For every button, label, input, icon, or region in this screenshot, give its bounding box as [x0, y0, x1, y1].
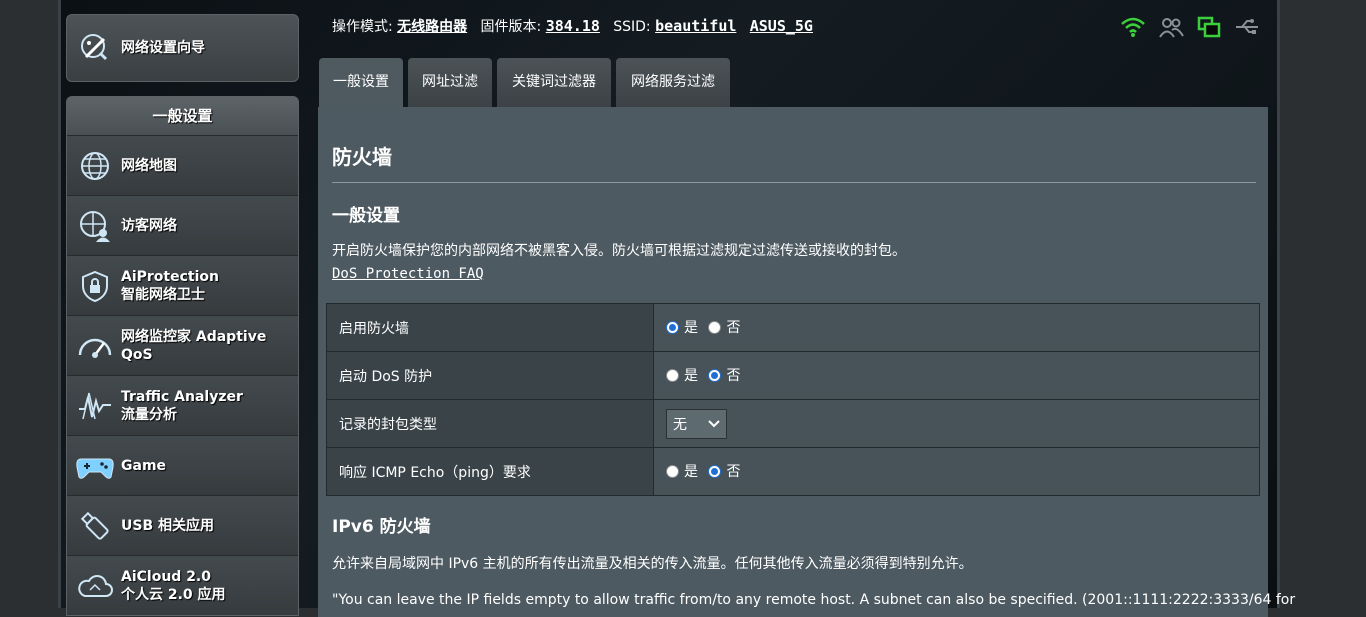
- row-label: 启动 DoS 防护: [326, 351, 654, 400]
- sidebar-item-guest-network[interactable]: 访客网络: [67, 196, 298, 256]
- radio-button[interactable]: [708, 320, 722, 334]
- row-value: 是 否: [653, 447, 1260, 496]
- icmp-echo-yes[interactable]: 是: [666, 461, 698, 481]
- select-value: 无: [673, 416, 687, 433]
- row-label: 启用防火墙: [326, 303, 654, 352]
- radio-button[interactable]: [708, 464, 722, 478]
- waveform-icon: [75, 386, 115, 426]
- sidebar-item-label: USB 相关应用: [121, 517, 214, 534]
- tab-general[interactable]: 一般设置: [319, 58, 403, 108]
- status-icons: [1120, 14, 1260, 40]
- chevron-down-icon: [708, 416, 720, 432]
- sidebar-item-network-map[interactable]: 网络地图: [67, 136, 298, 196]
- enable-dos-no[interactable]: 否: [708, 365, 740, 385]
- firmware-version-link[interactable]: 384.18: [546, 17, 600, 35]
- sidebar-item-label: 网络监控家 Adaptive QoS: [121, 328, 267, 363]
- tab-url-filter[interactable]: 网址过滤: [408, 58, 492, 108]
- row-label: 记录的封包类型: [326, 399, 654, 448]
- wand-icon: [75, 28, 115, 68]
- usb-icon[interactable]: [1234, 14, 1260, 40]
- enable-dos-yes[interactable]: 是: [666, 365, 698, 385]
- ssid-link-1[interactable]: beautiful: [655, 17, 736, 35]
- globe-icon: [75, 146, 115, 186]
- sidebar-item-label: Game: [121, 457, 167, 474]
- radio-button[interactable]: [666, 320, 679, 334]
- radio-button[interactable]: [666, 464, 679, 478]
- tab-keyword-filter[interactable]: 关键词过滤器: [497, 58, 611, 108]
- row-label: 响应 ICMP Echo（ping）要求: [326, 447, 654, 496]
- sidebar-item-aicloud[interactable]: AiCloud 2.0 个人云 2.0 应用: [67, 556, 298, 615]
- content-panel: 防火墙 一般设置 开启防火墙保护您的内部网络不被黑客入侵。防火墙可根据过滤规定过…: [318, 107, 1295, 617]
- table-row: 响应 ICMP Echo（ping）要求 是 否: [326, 447, 1260, 496]
- firmware-label: 固件版本:: [480, 19, 542, 35]
- sidebar-item-usb-application[interactable]: USB 相关应用: [67, 496, 298, 556]
- ipv6-description: 允许来自局域网中 IPv6 主机的所有传出流量及相关的传入流量。任何其他传入流量…: [332, 556, 973, 572]
- row-value: 是 否: [653, 303, 1260, 352]
- sidebar-item-adaptive-qos[interactable]: 网络监控家 Adaptive QoS: [67, 316, 298, 376]
- ssid-label: SSID:: [613, 19, 651, 35]
- enable-firewall-yes[interactable]: 是: [666, 317, 698, 337]
- status-bar: 操作模式: 无线路由器 固件版本: 384.18 SSID: beautiful…: [332, 16, 813, 36]
- sidebar-item-aiprotection[interactable]: AiProtection 智能网络卫士: [67, 256, 298, 316]
- sidebar-item-label: AiProtection 智能网络卫士: [121, 268, 219, 303]
- sidebar-menu: 一般设置 网络地图 访客网络 AiProtection 智能网络卫士 网络监控家 …: [66, 96, 299, 616]
- icmp-echo-no[interactable]: 否: [708, 461, 740, 481]
- ssid-link-2[interactable]: ASUS_5G: [750, 17, 813, 35]
- operation-mode-link[interactable]: 无线路由器: [397, 19, 467, 35]
- quick-setup-label: 网络设置向导: [121, 40, 205, 56]
- tab-network-services-filter[interactable]: 网络服务过滤: [616, 58, 730, 108]
- sidebar-item-label: 访客网络: [121, 217, 177, 234]
- sidebar-item-game[interactable]: Game: [67, 436, 298, 496]
- usb-stick-icon: [75, 506, 115, 546]
- enable-firewall-no[interactable]: 否: [708, 317, 740, 337]
- speedometer-icon: [75, 326, 115, 366]
- radio-button[interactable]: [666, 368, 679, 382]
- general-section-title: 一般设置: [332, 206, 400, 226]
- network-link-icon[interactable]: [1196, 14, 1222, 40]
- row-value: 无: [653, 399, 1260, 448]
- firewall-settings-table: 启用防火墙 是 否 启动 DoS 防护 是 否 记录的封包类型 无 响应 ICM…: [326, 303, 1260, 496]
- dos-faq-link[interactable]: DoS Protection FAQ: [332, 266, 484, 282]
- sidebar-item-label: Traffic Analyzer 流量分析: [121, 388, 243, 423]
- radio-button[interactable]: [708, 368, 722, 382]
- page-title: 防火墙: [332, 145, 392, 169]
- sidebar-item-label: AiCloud 2.0 个人云 2.0 应用: [121, 568, 226, 603]
- gamepad-icon: [75, 446, 115, 486]
- table-row: 启动 DoS 防护 是 否: [326, 351, 1260, 400]
- row-value: 是 否: [653, 351, 1260, 400]
- logged-packets-select[interactable]: 无: [666, 408, 727, 439]
- general-description: 开启防火墙保护您的内部网络不被黑客入侵。防火墙可根据过滤规定过滤传送或接收的封包…: [332, 243, 906, 259]
- sidebar-section-title: 一般设置: [67, 97, 298, 136]
- wifi-icon[interactable]: [1120, 14, 1146, 40]
- cloud-icon: [75, 566, 115, 606]
- frame-edge-right: [1277, 0, 1280, 608]
- table-row: 记录的封包类型 无: [326, 399, 1260, 448]
- guest-globe-icon: [75, 206, 115, 246]
- shield-lock-icon: [75, 266, 115, 306]
- operation-mode-label: 操作模式:: [332, 19, 393, 35]
- table-row: 启用防火墙 是 否: [326, 303, 1260, 352]
- sidebar-item-traffic-analyzer[interactable]: Traffic Analyzer 流量分析: [67, 376, 298, 436]
- frame-edge-left: [58, 0, 61, 608]
- clients-icon[interactable]: [1158, 14, 1184, 40]
- sidebar-item-label: 网络地图: [121, 157, 177, 174]
- ipv6-section-title: IPv6 防火墙: [332, 517, 431, 537]
- title-divider: [332, 182, 1256, 183]
- ipv6-note: "You can leave the IP fields empty to al…: [332, 592, 1296, 608]
- quick-setup-button[interactable]: 网络设置向导: [66, 14, 299, 82]
